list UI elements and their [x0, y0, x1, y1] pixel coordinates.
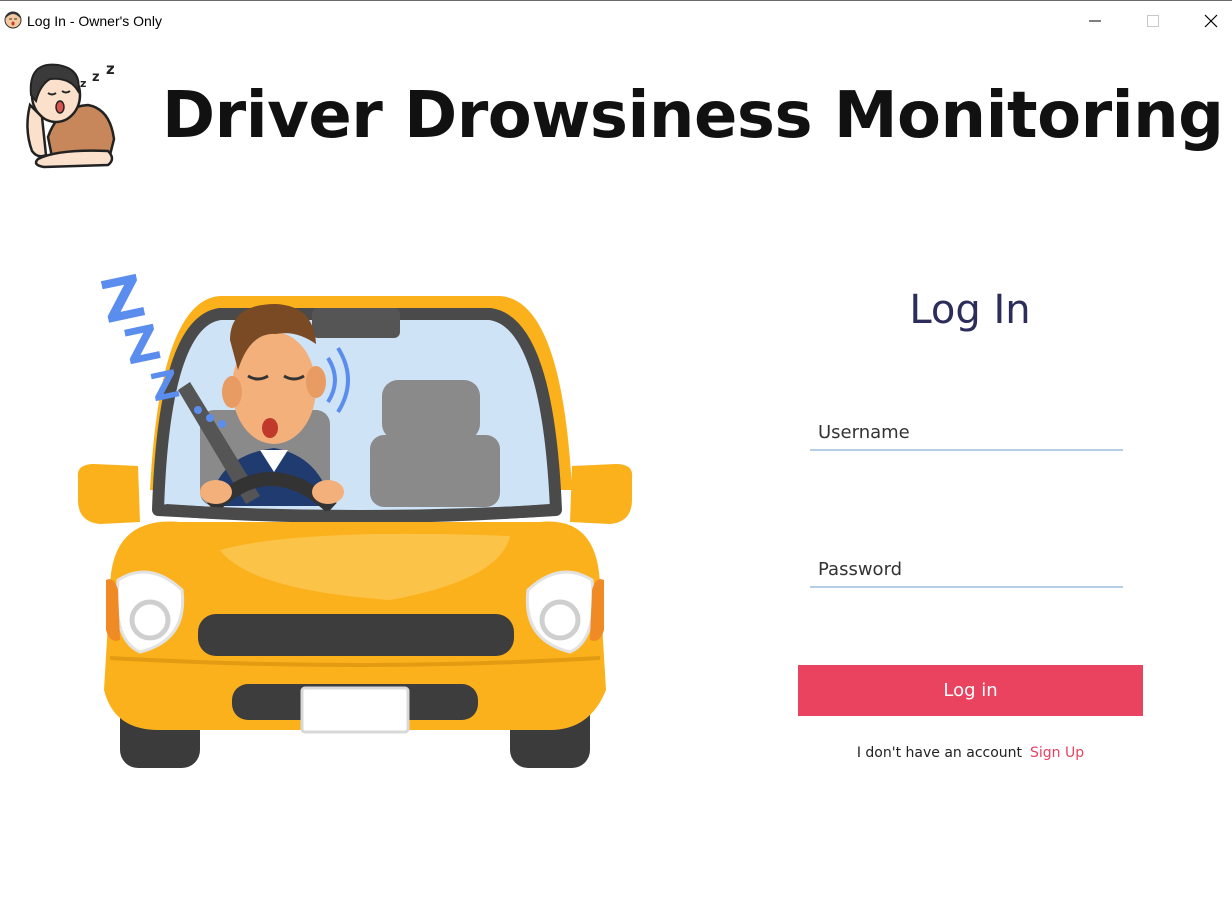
password-input[interactable]	[810, 552, 1123, 586]
login-button[interactable]: Log in	[798, 665, 1143, 716]
maximize-icon	[1147, 15, 1159, 27]
username-field[interactable]	[810, 415, 1123, 451]
close-icon	[1204, 14, 1218, 28]
minimize-button[interactable]	[1066, 1, 1124, 41]
signup-link[interactable]: Sign Up	[1030, 745, 1084, 761]
sleepy-face-icon	[4, 11, 22, 29]
drowsy-driver-illustration: Z Z Z	[77, 262, 633, 768]
svg-text:z: z	[80, 77, 86, 90]
password-field[interactable]	[810, 552, 1123, 588]
window-titlebar: Log In - Owner's Only	[0, 0, 1232, 40]
maximize-button[interactable]	[1124, 1, 1182, 41]
minimize-icon	[1089, 20, 1101, 22]
close-button[interactable]	[1182, 1, 1232, 41]
no-account-text: I don't have an account	[856, 745, 1023, 761]
signup-prompt: I don't have an account Sign Up	[798, 745, 1143, 761]
login-heading: Log In	[909, 287, 1031, 333]
username-input[interactable]	[810, 415, 1123, 449]
sleeping-person-logo: z z z	[26, 60, 116, 169]
svg-text:z: z	[106, 60, 115, 78]
window-title: Log In - Owner's Only	[27, 13, 162, 29]
app-title: Driver Drowsiness Monitoring	[162, 79, 1224, 153]
svg-text:z: z	[92, 70, 100, 85]
